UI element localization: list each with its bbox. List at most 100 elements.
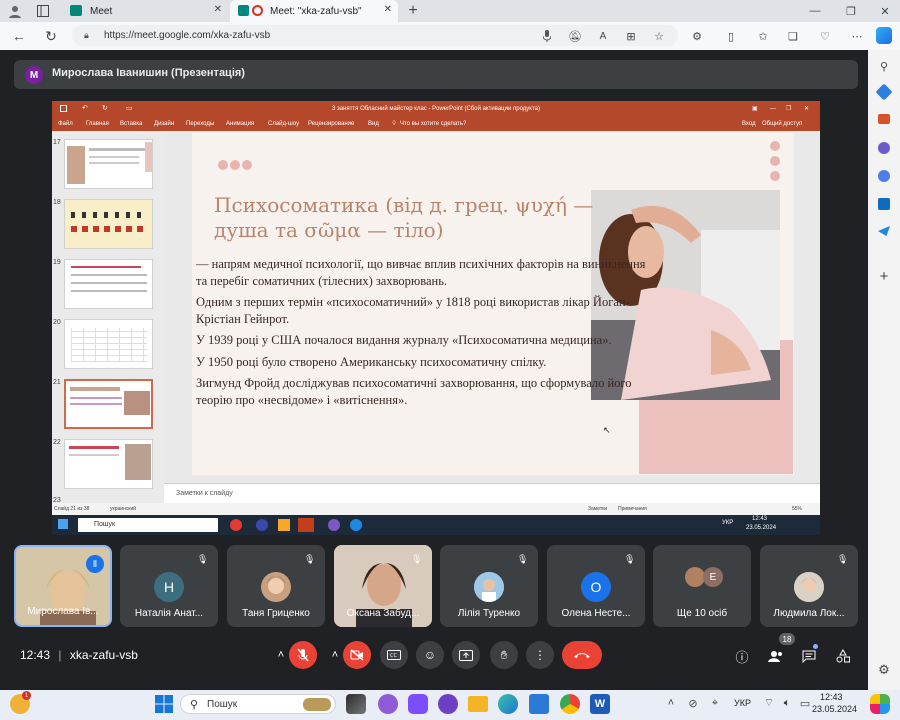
search-highlight-icon [303, 698, 331, 711]
collections-icon[interactable]: ❏ [786, 28, 800, 44]
raise-hand-button[interactable]: ✋︎ [490, 641, 518, 669]
mic-off-icon: 🎙︎ [837, 554, 849, 564]
outlook-icon[interactable] [878, 198, 890, 210]
participant-tile[interactable]: 🎙︎ Таня Гриценко [227, 545, 325, 627]
read-aloud-icon[interactable]: A [596, 28, 610, 44]
chat-unread-dot [813, 644, 818, 649]
present-button[interactable] [452, 641, 480, 669]
activities-icon[interactable] [834, 647, 852, 665]
captions-button[interactable]: CC [380, 641, 408, 669]
app-icon[interactable] [378, 694, 398, 714]
participant-avatar: Н [154, 572, 184, 602]
profile-icon[interactable] [6, 3, 24, 19]
notifications-off-icon[interactable]: 🔕︎ [568, 28, 582, 44]
participant-tile[interactable]: 🎙︎ Н Наталія Анат... [120, 545, 218, 627]
app-available-icon[interactable]: ⊞ [624, 28, 638, 44]
add-sidebar-app-icon[interactable]: + [876, 268, 892, 285]
mic-off-icon: 🎙︎ [411, 554, 423, 564]
video-options-icon[interactable]: ˄ [328, 648, 342, 662]
mic-toggle-button[interactable] [289, 641, 317, 669]
meeting-details-icon[interactable]: ⓘ [733, 647, 751, 665]
viber-alt-icon[interactable] [438, 694, 458, 714]
mic-off-icon: 🎙︎ [304, 554, 316, 564]
mic-off-icon: 🎙︎ [197, 554, 209, 564]
back-icon[interactable]: ← [10, 28, 28, 44]
store-icon[interactable] [529, 694, 549, 714]
slide-body: — напрям медичної психології, що вивчає … [196, 256, 646, 413]
reload-icon[interactable]: ↻ [42, 28, 60, 44]
edge-icon [350, 519, 362, 531]
participant-name: Олена Несте... [561, 608, 631, 619]
audio-options-icon[interactable]: ˄ [274, 648, 288, 662]
participant-tile[interactable]: 🎙︎ О Олена Несте... [547, 545, 645, 627]
ribbon-tab: Рецензирование [308, 121, 355, 127]
split-screen-icon[interactable]: ▯ [724, 28, 738, 44]
microphone-icon[interactable] [540, 28, 554, 44]
tab-meet-active[interactable]: Meet: "xka-zafu-vsb" ✕ [230, 0, 398, 22]
copilot-icon[interactable] [876, 27, 892, 44]
edge-taskbar-icon[interactable] [498, 694, 518, 714]
favorite-star-icon[interactable]: ☆ [652, 28, 666, 44]
reactions-button[interactable]: ☺ [416, 641, 444, 669]
present-icon: ▭ [126, 105, 133, 112]
volume-icon[interactable]: 🔈︎ [780, 695, 794, 711]
decor-dot [230, 160, 240, 170]
wifi-icon[interactable]: ⌔ [762, 695, 776, 711]
share-text: Общий доступ [762, 121, 803, 127]
task-view-icon[interactable] [346, 694, 366, 714]
more-options-button[interactable]: ⋮ [526, 641, 554, 669]
games-icon[interactable] [878, 142, 890, 154]
tray-overflow-icon[interactable]: ˄ [664, 695, 678, 711]
favorites-icon[interactable]: ✩ [756, 28, 770, 44]
ribbon-tab: Дизайн [154, 121, 175, 127]
location-icon[interactable]: ⌖ [708, 695, 722, 711]
drop-icon[interactable] [878, 226, 890, 236]
participant-tile[interactable]: 🎙︎ Оксана Забуд... [334, 545, 432, 627]
camera-toggle-button[interactable] [343, 641, 371, 669]
slide-paragraph: У 1939 році у США почалося видання журна… [196, 333, 612, 347]
extensions-icon[interactable]: ⚙ [690, 28, 704, 44]
shopping-tag-icon[interactable] [875, 83, 893, 101]
minimize-icon[interactable]: — [806, 3, 824, 19]
file-explorer-icon[interactable] [468, 696, 488, 712]
tab-actions-icon[interactable] [34, 3, 52, 19]
search-icon[interactable]: ⚲ [876, 58, 892, 74]
new-tab-icon[interactable]: + [404, 2, 422, 20]
leave-call-button[interactable] [562, 641, 602, 669]
sidebar-settings-icon[interactable]: ⚙ [876, 662, 892, 678]
more-participants-tile[interactable]: Е Ще 10 осіб [653, 545, 751, 627]
clock-date[interactable]: 23.05.2024 [812, 704, 857, 714]
address-bar[interactable]: 🔒︎ https://meet.google.com/xka-zafu-vsb [72, 25, 678, 46]
participant-avatar: Е [703, 567, 723, 587]
viber-icon [328, 519, 340, 531]
clock-time[interactable]: 12:43 [820, 692, 843, 702]
taskbar-search[interactable]: ⚲ Пошук [180, 694, 336, 714]
participant-tile[interactable]: 🎙︎ Людмила Лок... [760, 545, 858, 627]
slide-count: Слайд 21 из 38 [54, 506, 90, 512]
chrome-taskbar-icon[interactable] [560, 694, 580, 714]
more-options-icon[interactable]: ⋯ [850, 28, 864, 44]
keyboard-language[interactable]: УКР [734, 698, 751, 708]
windows-start-icon[interactable] [155, 695, 173, 713]
meeting-info: 12:43 | xka-zafu-vsb [20, 648, 138, 662]
close-tab-icon[interactable]: ✕ [214, 4, 222, 15]
close-tab-icon[interactable]: ✕ [384, 4, 392, 15]
network-off-icon[interactable]: ⊘ [686, 695, 700, 711]
meeting-code: xka-zafu-vsb [69, 648, 138, 662]
participant-tile[interactable]: 🎙︎ Лілія Туренко [440, 545, 538, 627]
ribbon-tab: Слайд-шоу [268, 121, 300, 127]
maximize-icon[interactable]: ❐ [842, 3, 860, 19]
battery-icon[interactable]: ▭ [798, 695, 812, 711]
viber-icon[interactable] [408, 694, 428, 714]
word-icon[interactable]: W [590, 694, 610, 714]
site-info-icon[interactable]: 🔒︎ [84, 25, 89, 46]
participant-tile[interactable]: ⦀ Мирослава Ів... [14, 545, 112, 627]
chat-icon[interactable] [800, 647, 818, 665]
microsoft-365-icon[interactable] [878, 170, 890, 182]
browser-essentials-icon[interactable]: ♡ [818, 28, 832, 44]
people-icon[interactable] [766, 647, 786, 665]
copilot-taskbar-icon[interactable] [870, 694, 890, 714]
close-window-icon[interactable]: ✕ [876, 3, 894, 19]
tab-meet[interactable]: Meet ✕ [60, 0, 228, 22]
tools-icon[interactable] [878, 114, 890, 124]
